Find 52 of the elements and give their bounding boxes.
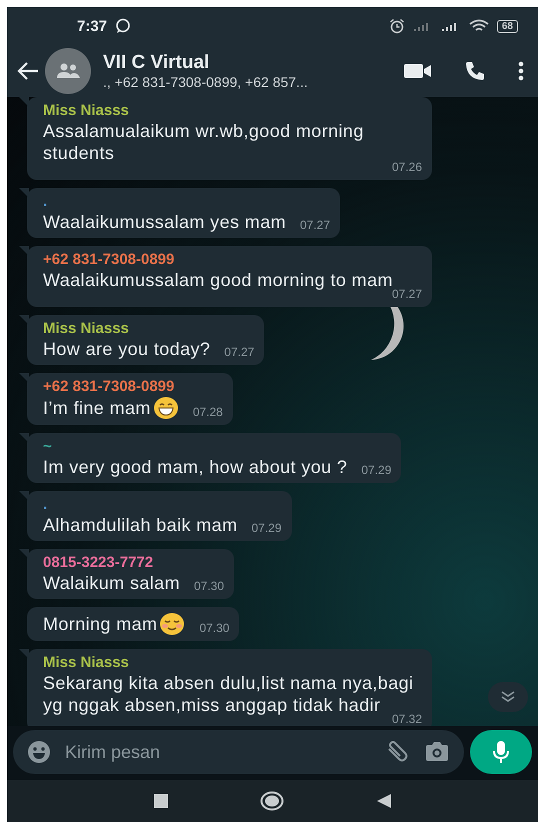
message-time: 07.30 bbox=[199, 621, 230, 636]
grinning-face-icon bbox=[152, 396, 179, 420]
sender-name: +62 831-7308-0899 bbox=[43, 251, 176, 268]
back-triangle-icon[interactable] bbox=[376, 793, 392, 809]
back-arrow-icon[interactable] bbox=[17, 62, 39, 80]
message-text: Waalaikumussalam good morning to mam bbox=[43, 269, 393, 290]
scroll-down-button[interactable] bbox=[488, 682, 528, 712]
message-text: Morning mam bbox=[43, 613, 158, 635]
chat-title: VII C Virtual bbox=[103, 52, 210, 74]
sender-name: +62 831-7308-0899 bbox=[43, 378, 176, 395]
sender-name: Miss Niasss bbox=[43, 102, 130, 119]
message-text: Assalamualaikum wr.wb,good morning students bbox=[43, 120, 365, 164]
smiling-face-icon bbox=[159, 612, 186, 636]
message-time: 07.29 bbox=[361, 463, 392, 478]
alarm-icon bbox=[388, 18, 405, 34]
message-input-field[interactable]: Kirim pesan bbox=[13, 730, 464, 774]
double-chevron-down-icon[interactable] bbox=[501, 691, 515, 703]
participants-list: ., +62 831-7308-0899, +62 857... bbox=[103, 74, 398, 90]
message-time: 07.29 bbox=[251, 521, 282, 536]
phone-icon[interactable] bbox=[464, 60, 486, 82]
camera-icon[interactable] bbox=[424, 741, 450, 763]
sender-name: . bbox=[43, 496, 48, 513]
message-time: 07.27 bbox=[392, 287, 422, 302]
message-text: Waalaikumussalam yes mam bbox=[43, 211, 286, 233]
message-text: Alhamdulilah baik mam bbox=[43, 514, 238, 536]
message-time: 07.30 bbox=[194, 579, 224, 594]
recent-apps-icon[interactable] bbox=[154, 794, 168, 808]
sender-name: ~ bbox=[43, 438, 53, 455]
message-text: Sekarang kita absen dulu,list nama nya,bagi yg nggak absen,miss anggap tidak hadir bbox=[43, 672, 414, 715]
message-time: 07.28 bbox=[192, 405, 223, 420]
battery-level: 68 bbox=[496, 20, 518, 32]
sender-name: Miss Niasss bbox=[43, 320, 130, 337]
message-text: Im very good mam, how about you ? bbox=[43, 456, 348, 478]
message-time: 07.26 bbox=[392, 160, 422, 175]
video-camera-icon[interactable] bbox=[404, 63, 432, 79]
sender-name: Miss Niasss bbox=[43, 654, 130, 671]
message-time: 07.27 bbox=[224, 345, 254, 360]
sender-name: 0815-3223-7772 bbox=[43, 554, 154, 571]
more-options-icon[interactable] bbox=[518, 61, 524, 81]
smiley-icon[interactable] bbox=[27, 740, 51, 764]
chat-bubble-icon bbox=[115, 18, 132, 34]
wifi-icon bbox=[468, 19, 489, 33]
sender-name: . bbox=[43, 193, 48, 210]
message-text: How are you today? bbox=[43, 338, 210, 360]
group-avatar[interactable] bbox=[45, 48, 91, 94]
message-text: I’m fine mam bbox=[43, 397, 151, 419]
message-text: Walaikum salam bbox=[43, 572, 180, 594]
message-time: 07.27 bbox=[300, 218, 330, 233]
home-icon[interactable] bbox=[260, 791, 284, 811]
message-time: 07.32 bbox=[392, 712, 422, 726]
microphone-button[interactable] bbox=[470, 730, 532, 774]
status-time: 7:37 bbox=[77, 18, 108, 34]
